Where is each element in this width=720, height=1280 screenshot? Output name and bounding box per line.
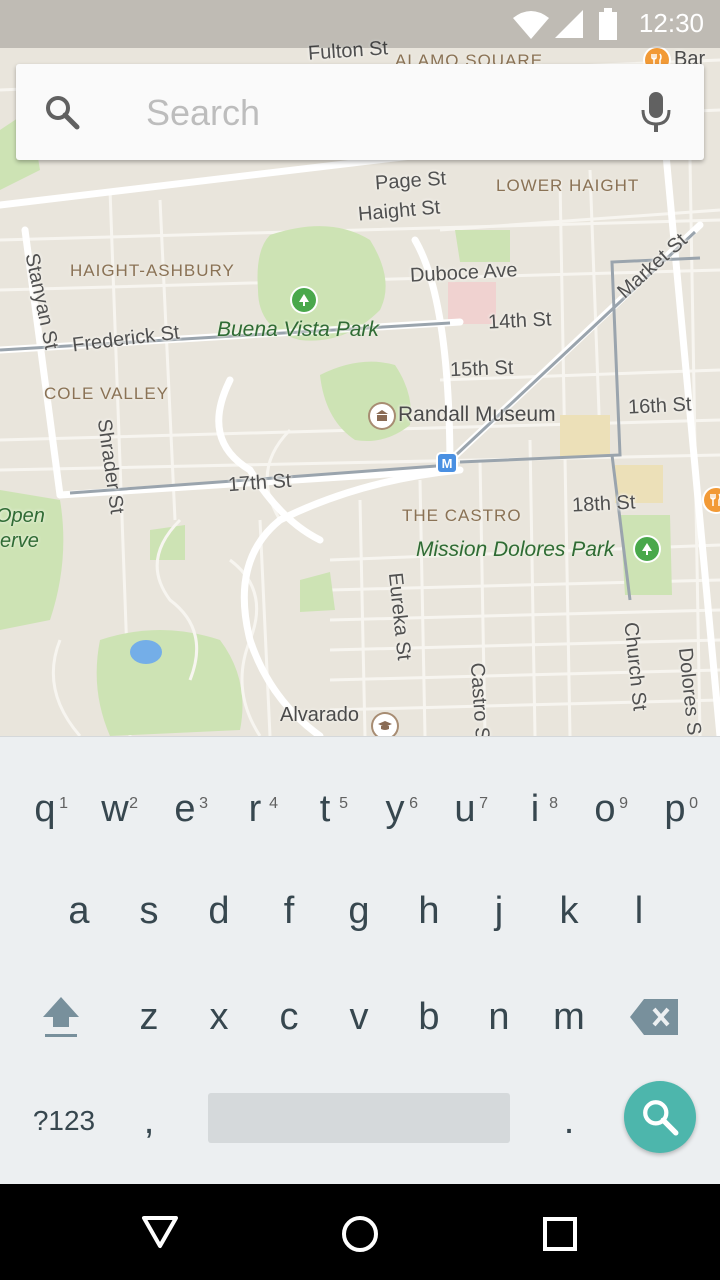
key-q[interactable]: q1 (10, 759, 80, 859)
search-input[interactable] (144, 84, 628, 142)
neighborhood-lower-haight: LOWER HAIGHT (496, 176, 640, 195)
key-j[interactable]: j (464, 861, 534, 961)
street-label-17th: 17th St (227, 469, 293, 497)
backspace-icon (630, 999, 678, 1035)
poi-label-randall-museum: Randall Museum (398, 403, 556, 426)
park-label-open-space-2: erve (0, 530, 39, 552)
shift-key[interactable] (26, 967, 96, 1067)
keyboard: q1 w2 e3 r4 t5 y6 u7 i8 o9 p0 a s d f g … (0, 736, 720, 1185)
key-x[interactable]: x (184, 967, 254, 1067)
key-b[interactable]: b (394, 967, 464, 1067)
key-f[interactable]: f (254, 861, 324, 961)
neighborhood-haight-ashbury: HAIGHT-ASHBURY (70, 261, 235, 280)
key-r[interactable]: r4 (220, 759, 290, 859)
key-n[interactable]: n (464, 967, 534, 1067)
cell-signal-icon (555, 10, 583, 38)
key-k[interactable]: k (534, 861, 604, 961)
search-bar[interactable] (16, 64, 704, 160)
graduation-cap-icon (378, 721, 392, 730)
poi-label-alvarado: Alvarado (280, 704, 359, 726)
space-key[interactable] (208, 1093, 510, 1143)
street-label-15th: 15th St (449, 356, 514, 382)
street-label-16th: 16th St (627, 393, 692, 419)
mic-icon[interactable] (638, 90, 674, 134)
key-i[interactable]: i8 (500, 759, 570, 859)
home-icon[interactable] (340, 1214, 380, 1254)
key-g[interactable]: g (324, 861, 394, 961)
fork-knife-icon (710, 493, 720, 506)
key-m[interactable]: m (534, 967, 604, 1067)
street-label-14th: 14th St (487, 308, 552, 334)
recents-icon[interactable] (542, 1216, 578, 1252)
tree-icon (299, 294, 309, 306)
tree-icon (642, 543, 652, 555)
key-c[interactable]: c (254, 967, 324, 1067)
status-time: 12:30 (638, 8, 704, 38)
key-s[interactable]: s (114, 861, 184, 961)
search-icon[interactable] (44, 94, 80, 130)
neighborhood-the-castro: THE CASTRO (402, 506, 522, 525)
search-action-key[interactable] (624, 1081, 696, 1153)
museum-pin-icon[interactable] (370, 404, 394, 428)
park-label-open-space: Open (0, 505, 45, 527)
key-a[interactable]: a (44, 861, 114, 961)
key-h[interactable]: h (394, 861, 464, 961)
key-l[interactable]: l (604, 861, 674, 961)
park-pin-icon[interactable] (292, 288, 316, 312)
key-y[interactable]: y6 (360, 759, 430, 859)
park-label-mission-dolores: Mission Dolores Park (416, 538, 615, 561)
key-w[interactable]: w2 (80, 759, 150, 859)
museum-icon (376, 410, 388, 421)
street-label-18th: 18th St (571, 491, 636, 517)
transit-pin-icon[interactable]: M (438, 454, 456, 472)
comma-key[interactable]: , (114, 1071, 184, 1171)
key-t[interactable]: t5 (290, 759, 360, 859)
battery-icon (599, 8, 617, 40)
park-label-buena-vista: Buena Vista Park (217, 318, 379, 341)
backspace-key[interactable] (620, 967, 690, 1067)
key-v[interactable]: v (324, 967, 394, 1067)
neighborhood-cole-valley: COLE VALLEY (44, 384, 170, 403)
key-e[interactable]: e3 (150, 759, 220, 859)
key-o[interactable]: o9 (570, 759, 640, 859)
navigation-bar (0, 1184, 720, 1280)
status-bar: 12:30 (0, 0, 720, 48)
school-pin-icon[interactable] (373, 714, 397, 736)
period-key[interactable]: . (534, 1071, 604, 1171)
lake (130, 640, 162, 664)
key-p[interactable]: p0 (640, 759, 710, 859)
shift-icon (43, 997, 79, 1037)
wifi-icon (513, 11, 549, 39)
search-action-icon (643, 1100, 679, 1136)
key-z[interactable]: z (114, 967, 184, 1067)
park-pin-icon[interactable] (635, 537, 659, 561)
symbols-key[interactable]: ?123 (24, 1071, 104, 1171)
key-d[interactable]: d (184, 861, 254, 961)
back-icon[interactable] (140, 1214, 180, 1250)
key-u[interactable]: u7 (430, 759, 500, 859)
